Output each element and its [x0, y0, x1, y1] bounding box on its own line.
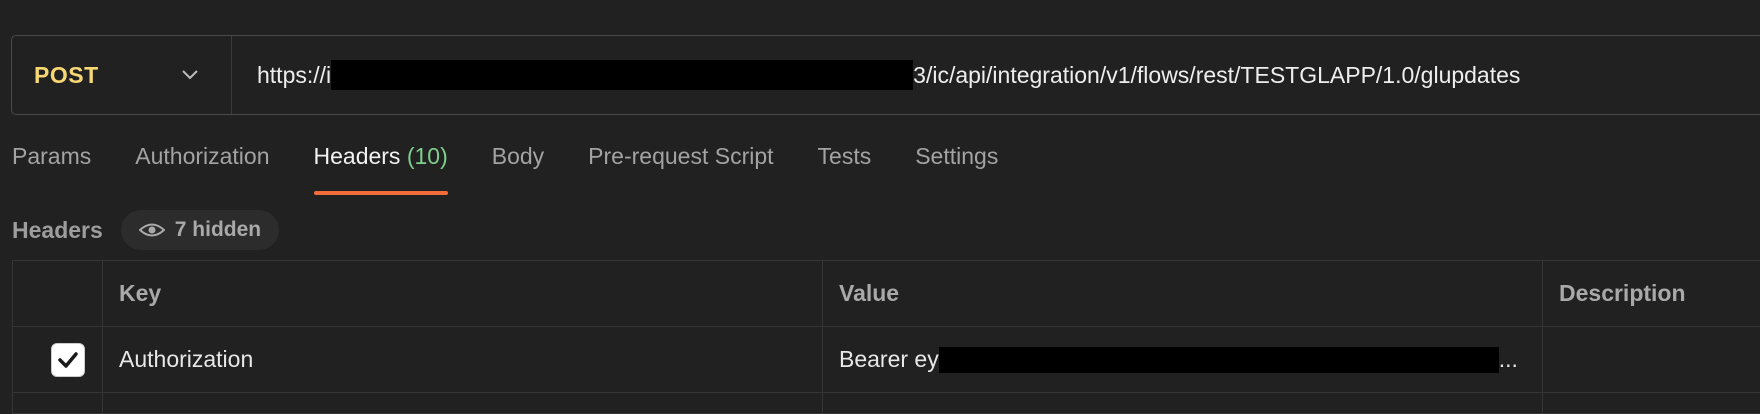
header-value-cell[interactable]: Bearer ey... [822, 327, 1542, 392]
row-enabled-checkbox[interactable] [50, 342, 85, 377]
tab-body[interactable]: Body [492, 143, 544, 193]
header-value-ellipsis: ... [1498, 346, 1518, 372]
header-description-cell[interactable] [1542, 327, 1760, 392]
header-value-cell [822, 393, 1542, 413]
eye-icon [138, 223, 165, 237]
header-value-prefix: Bearer ey [839, 346, 939, 372]
column-header-key: Key [102, 261, 822, 326]
url-prefix: https://i [257, 61, 332, 88]
tab-label: Authorization [135, 143, 270, 169]
check-icon [57, 351, 78, 368]
method-selector[interactable]: POST [12, 36, 232, 114]
tab-pre-request-script[interactable]: Pre-request Script [588, 143, 773, 193]
headers-subheader: Headers 7 hidden [12, 210, 280, 250]
url-suffix: 3/ic/api/integration/v1/flows/rest/TESTG… [913, 61, 1521, 88]
column-header-value: Value [822, 261, 1542, 326]
tab-label: Params [12, 143, 92, 169]
tab-label: Body [491, 143, 545, 169]
tab-tests[interactable]: Tests [818, 143, 872, 193]
request-bar: POST https://i 3/ic/api/integration/v1/fl… [11, 35, 1760, 115]
header-key-cell[interactable]: Authorization [102, 327, 822, 392]
row-checkbox-cell [12, 393, 102, 413]
tab-label: Settings [915, 143, 999, 169]
request-tabs: Params Authorization Headers (10) Body P… [12, 143, 998, 195]
headers-count-badge: (10) [406, 143, 448, 169]
checkbox-column-header [12, 261, 102, 326]
tab-label: Tests [817, 143, 872, 169]
chevron-down-icon [182, 70, 198, 80]
value-redaction [938, 346, 1499, 373]
table-header-row: Key Value Description [12, 261, 1760, 327]
headers-table: Key Value Description Authorization Bear… [12, 260, 1760, 414]
tab-label: Pre-request Script [588, 143, 774, 169]
table-row: Authorization Bearer ey... [12, 327, 1760, 393]
header-key: Authorization [119, 346, 254, 372]
tab-params[interactable]: Params [12, 143, 91, 193]
method-label: POST [34, 61, 99, 88]
headers-title: Headers [12, 216, 103, 243]
hidden-count-label: 7 hidden [174, 218, 262, 241]
url-redaction [331, 60, 914, 90]
hidden-headers-toggle[interactable]: 7 hidden [120, 210, 280, 250]
row-checkbox-cell [12, 327, 102, 392]
header-description-cell [1542, 393, 1760, 413]
header-key-cell [102, 393, 822, 413]
tab-headers[interactable]: Headers (10) [313, 143, 448, 195]
column-header-description: Description [1542, 261, 1760, 326]
url-input[interactable]: https://i 3/ic/api/integration/v1/flows/r… [232, 60, 1520, 90]
tab-label: Headers [313, 143, 401, 169]
table-row [12, 393, 1760, 414]
tab-settings[interactable]: Settings [915, 143, 998, 193]
tab-authorization[interactable]: Authorization [135, 143, 269, 193]
